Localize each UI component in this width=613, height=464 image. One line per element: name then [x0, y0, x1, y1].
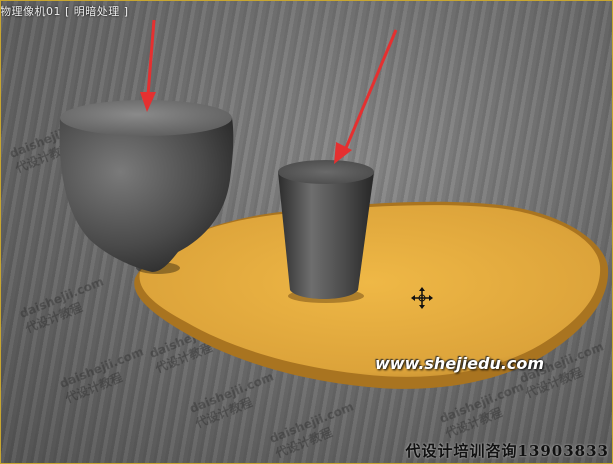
annotation-arrow [334, 29, 398, 164]
site-watermark: www.shejiedu.com [375, 354, 545, 373]
3d-viewport[interactable]: daishejii.com 代设计教程 daishejii.com 代设计教程 da… [0, 0, 613, 464]
contact-watermark: 代设计培训咨询13903833 [405, 442, 609, 460]
annotation-arrow [140, 19, 156, 112]
viewport-label[interactable]: 物理像机01 [ 明暗处理 ] [0, 3, 129, 19]
scene-canvas[interactable] [0, 0, 613, 464]
